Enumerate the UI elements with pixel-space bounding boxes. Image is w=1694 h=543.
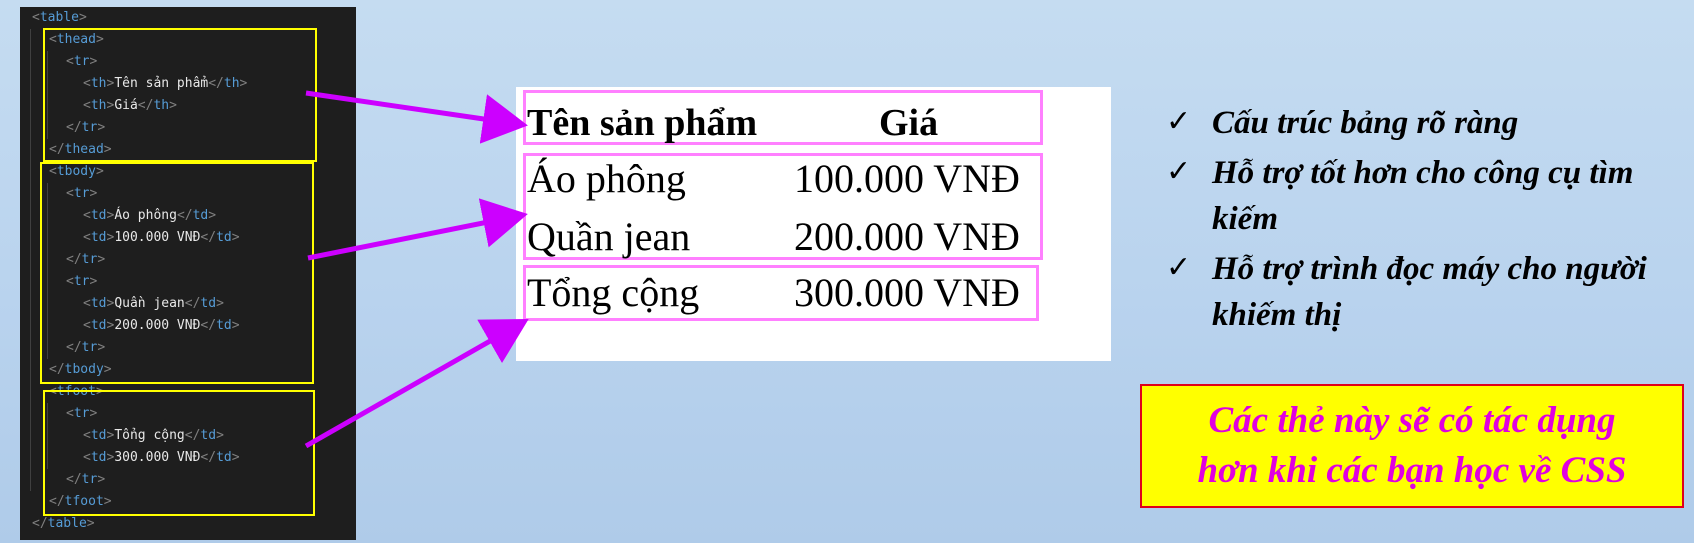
checkmark-icon: ✓ (1166, 104, 1192, 139)
css-note-box: Các thẻ này sẽ có tác dụng hơn khi các b… (1140, 384, 1684, 508)
list-item-text: Hỗ trợ tốt hơn cho công cụ tìm kiếm (1212, 155, 1634, 237)
note-line-1: Các thẻ này sẽ có tác dụng (1208, 400, 1616, 441)
note-line-2: hơn khi các bạn học về CSS (1197, 450, 1627, 491)
checkmark-icon: ✓ (1166, 250, 1192, 285)
tbody-arrow (307, 198, 528, 261)
list-item: ✓ Hỗ trợ trình đọc máy cho người khiếm t… (1166, 246, 1694, 338)
list-item-text: Cấu trúc bảng rõ ràng (1212, 105, 1519, 141)
feature-list: ✓ Cấu trúc bảng rõ ràng ✓ Hỗ trợ tốt hơn… (1166, 100, 1694, 342)
list-item: ✓ Cấu trúc bảng rõ ràng (1166, 100, 1694, 146)
list-item: ✓ Hỗ trợ tốt hơn cho công cụ tìm kiếm (1166, 150, 1694, 242)
tfoot-arrow (304, 319, 529, 449)
list-item-text: Hỗ trợ trình đọc máy cho người khiếm thị (1212, 251, 1647, 333)
thead-arrow (305, 90, 528, 144)
checkmark-icon: ✓ (1166, 154, 1192, 189)
